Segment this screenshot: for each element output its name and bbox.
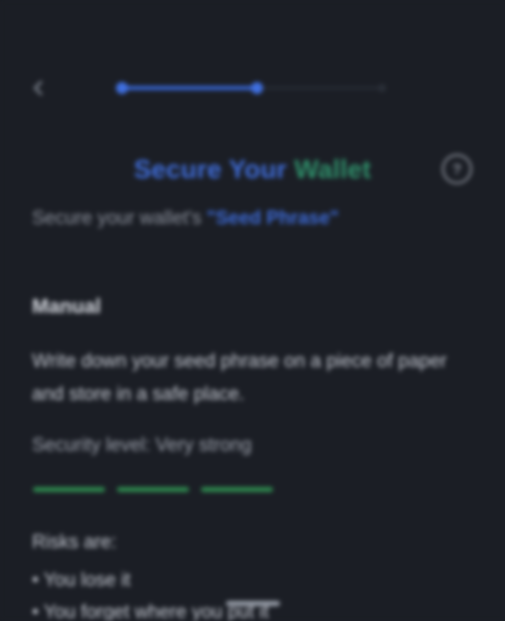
risk-item: You lose it [32,565,269,597]
progress-step-dot [251,82,263,94]
nav-row [0,76,505,100]
subtitle: Secure your wallet's "Seed Phrase" [32,208,339,230]
progress-step-dot [378,84,386,92]
strength-segment [117,487,189,492]
info-icon: ? [452,160,462,178]
back-button[interactable] [28,78,48,98]
risks-heading: Risks are: [32,532,117,553]
page-title-part-2: Wallet [294,154,372,184]
subtitle-prefix: Secure your wallet's [32,208,207,229]
progress-step-dot [116,82,128,94]
security-strength-meter [33,487,273,493]
progress-stepper [116,82,386,94]
security-level-label: Security level: Very strong [32,435,252,456]
strength-segment [201,487,273,492]
back-arrow-icon [33,80,43,96]
manual-description: Write down your seed phrase on a piece o… [32,351,447,405]
strength-segment [33,487,105,492]
progress-fill [116,86,257,90]
home-indicator [226,601,280,606]
screen: Secure Your Wallet ? Secure your wallet'… [0,0,505,621]
page-title: Secure Your Wallet [0,154,505,185]
seed-phrase-link[interactable]: "Seed Phrase" [207,208,339,229]
info-button[interactable]: ? [442,154,472,184]
title-row: Secure Your Wallet ? [0,150,505,190]
manual-heading: Manual [32,296,101,318]
risk-list: You lose itYou forget where you put it [32,565,269,621]
page-title-part-1: Secure Your [133,154,295,184]
